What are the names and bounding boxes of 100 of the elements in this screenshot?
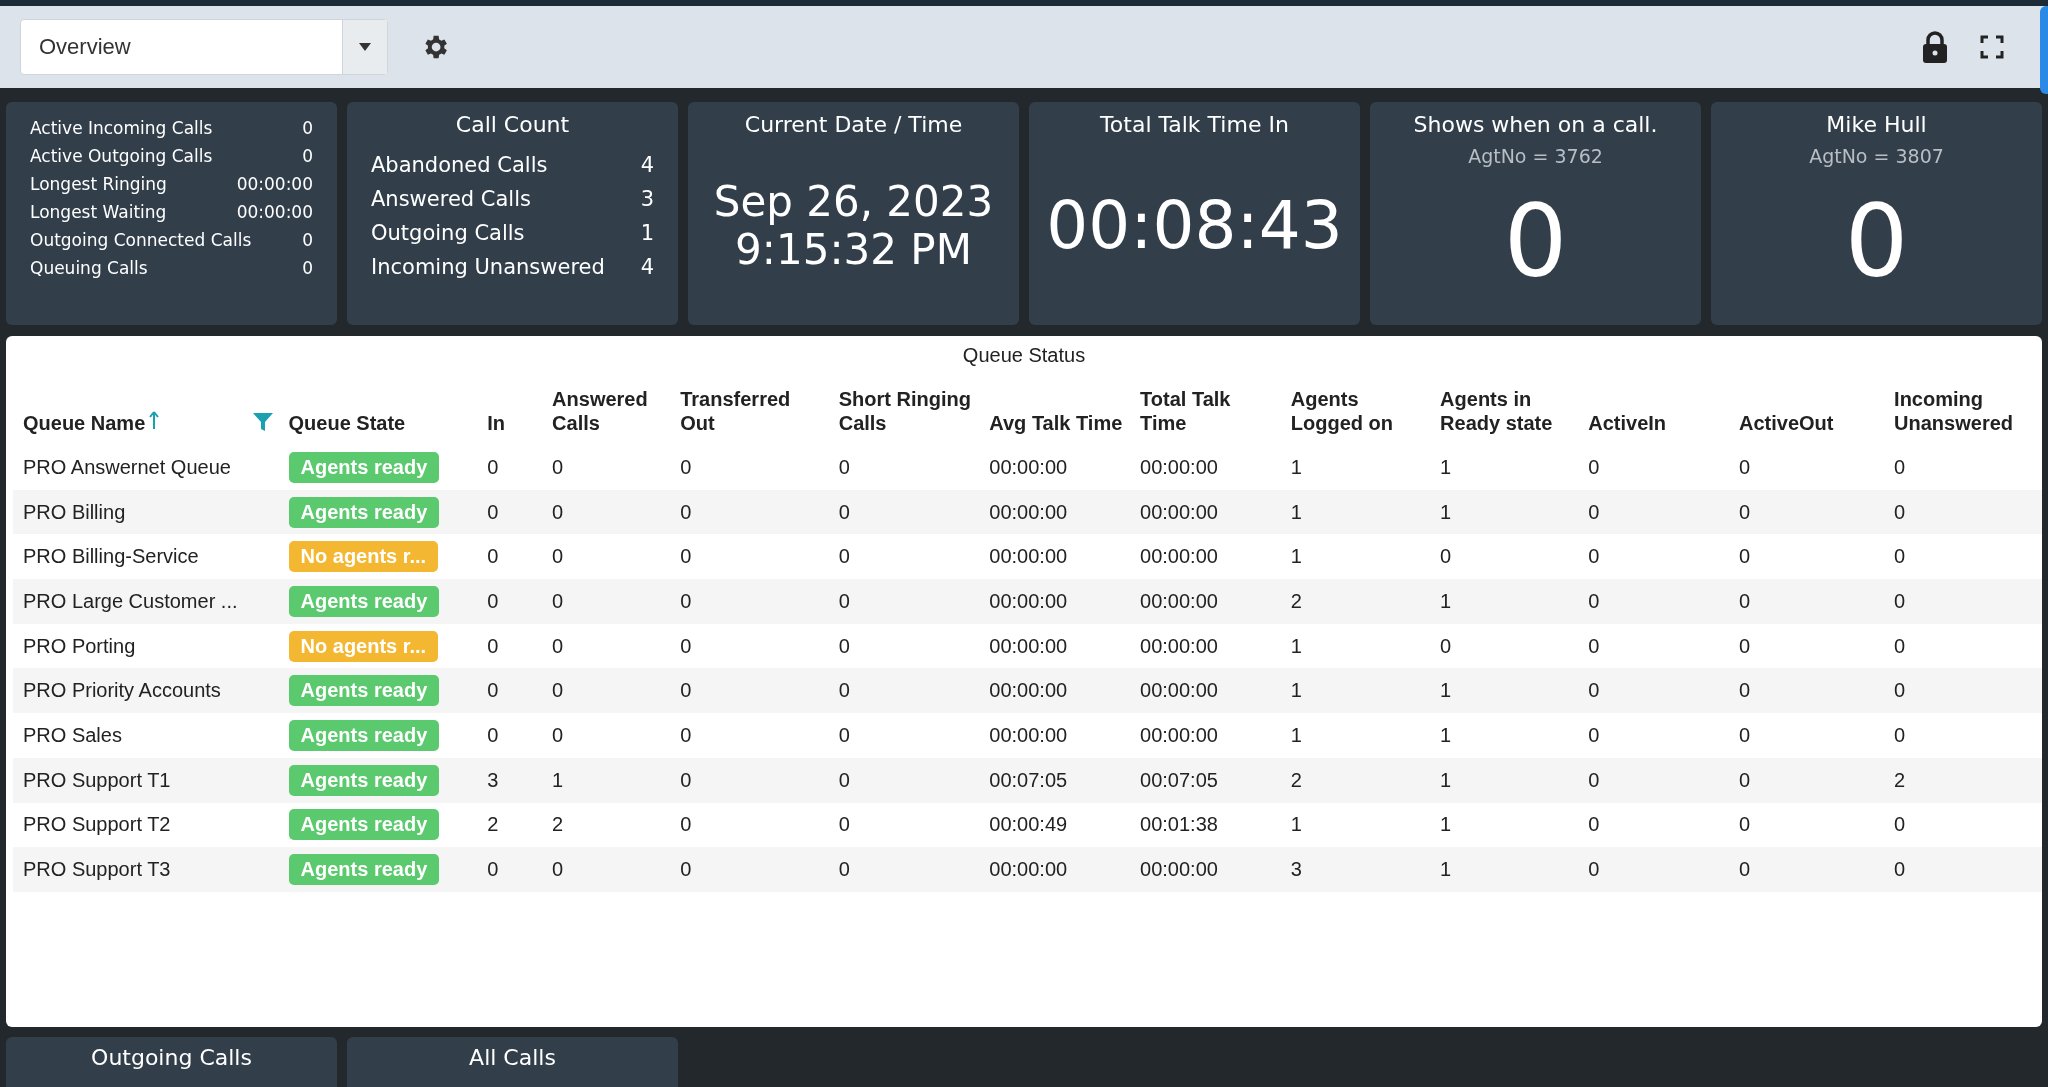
table-cell: 0 — [542, 623, 671, 669]
column-header[interactable]: In — [487, 411, 537, 435]
table-cell: 0 — [670, 445, 829, 490]
table-cell: 0 — [828, 623, 980, 669]
column-header[interactable]: Short Ringing Calls — [838, 387, 974, 435]
column-header[interactable]: Transferred Out — [680, 387, 823, 435]
table-cell: 0 — [1578, 757, 1729, 803]
column-header[interactable]: ActiveOut — [1738, 411, 1879, 435]
table-cell: 0 — [828, 668, 980, 714]
table-cell: 0 — [1578, 668, 1729, 714]
table-cell: 00:00:00 — [1130, 445, 1281, 490]
table-cell: 00:07:05 — [979, 757, 1131, 803]
table-cell: 0 — [1728, 445, 1885, 490]
table-cell: 3 — [477, 757, 543, 803]
count-value: 3 — [640, 187, 654, 211]
table-cell: 1 — [1430, 802, 1579, 848]
view-select[interactable]: Overview — [20, 19, 388, 75]
table-cell: 1 — [1430, 668, 1579, 714]
panel-title: Queue Status — [961, 344, 1087, 367]
table-cell: 0 — [670, 579, 829, 624]
table-cell: 0 — [828, 579, 980, 624]
table-cell: 0 — [477, 847, 543, 892]
column-header[interactable]: Answered Calls — [552, 387, 665, 435]
table-cell: 0 — [1884, 579, 2042, 624]
table-cell: 0 — [670, 757, 829, 803]
stat-value: 0 — [302, 230, 313, 250]
table-cell: 1 — [1280, 489, 1431, 535]
column-header[interactable]: ActiveIn — [1588, 411, 1723, 435]
stat-value: 00:00:00 — [236, 174, 313, 194]
table-cell: 1 — [1430, 847, 1579, 892]
column-header[interactable]: Incoming Unanswered — [1894, 387, 2036, 435]
table-cell: 0 — [1728, 802, 1885, 848]
column-header[interactable]: Queue State — [288, 411, 472, 435]
agent-number: AgtNo = 3807 — [1809, 145, 1944, 167]
count-value: 4 — [640, 153, 654, 177]
table-cell: 2 — [1280, 579, 1431, 624]
count-label: Abandoned Calls — [371, 153, 548, 177]
column-header[interactable]: Agents in Ready state — [1440, 387, 1573, 435]
table-cell: 0 — [1578, 847, 1729, 892]
table-cell: 1 — [1280, 445, 1431, 490]
card-title: Current Date / Time — [744, 112, 963, 137]
table-cell: 0 — [542, 713, 671, 758]
stat-value: 0 — [302, 118, 313, 138]
table-cell: 0 — [1430, 623, 1579, 669]
queue-state-badge: Agents ready — [288, 585, 440, 617]
table-cell: 0 — [1578, 713, 1729, 758]
queue-state-badge: Agents ready — [288, 675, 440, 707]
table-cell: 0 — [477, 445, 543, 490]
table-cell: 1 — [1430, 445, 1579, 490]
table-cell: 0 — [1884, 713, 2042, 758]
table-cell: 00:00:00 — [979, 713, 1131, 758]
fullscreen-icon[interactable] — [1980, 35, 2004, 59]
sort-up-icon[interactable] — [149, 411, 160, 429]
table-cell: 1 — [1280, 668, 1431, 714]
table-cell: 0 — [828, 445, 980, 490]
table-cell: 0 — [1728, 757, 1885, 803]
lock-icon[interactable] — [1922, 31, 1948, 63]
count-label: Outgoing Calls — [371, 221, 525, 245]
table-cell: 00:00:00 — [979, 579, 1131, 624]
count-label: Answered Calls — [371, 187, 531, 211]
column-header[interactable]: Queue Name — [23, 411, 146, 435]
count-value: 1 — [640, 221, 654, 245]
queue-state-badge: No agents r... — [288, 541, 439, 573]
table-cell: 0 — [1884, 847, 2042, 892]
table-cell: 1 — [1430, 713, 1579, 758]
filter-icon[interactable] — [252, 413, 273, 431]
table-cell: 0 — [1884, 445, 2042, 490]
table-cell: 00:00:00 — [979, 847, 1131, 892]
column-header[interactable]: Agents Logged on — [1290, 387, 1425, 435]
table-cell: 0 — [1728, 668, 1885, 714]
column-header[interactable]: Total Talk Time — [1140, 387, 1275, 435]
column-header[interactable]: Avg Talk Time — [989, 411, 1125, 435]
table-cell: 0 — [1430, 534, 1579, 580]
table-cell: 0 — [477, 579, 543, 624]
table-cell: 0 — [477, 668, 543, 714]
table-cell: 00:00:49 — [979, 802, 1131, 848]
stat-label: Outgoing Connected Calls — [30, 230, 252, 250]
stat-value: 00:00:00 — [236, 202, 313, 222]
table-cell: 1 — [1280, 534, 1431, 580]
bottom-tab[interactable]: Outgoing Calls — [6, 1037, 337, 1087]
table-cell: 0 — [542, 847, 671, 892]
queue-state-badge: Agents ready — [288, 451, 440, 483]
count-label: Incoming Unanswered — [371, 255, 605, 279]
table-cell: 0 — [542, 668, 671, 714]
queue-name-cell: PRO Support T3 — [13, 847, 279, 892]
table-cell: 0 — [828, 802, 980, 848]
card-title: Call Count — [455, 112, 570, 137]
table-cell: 0 — [1884, 489, 2042, 535]
table-cell: 0 — [670, 534, 829, 580]
bottom-tab[interactable]: All Calls — [347, 1037, 678, 1087]
queue-state-badge: Agents ready — [288, 719, 440, 751]
queue-name-cell: PRO Answernet Queue — [13, 445, 279, 490]
table-cell: 00:00:00 — [1130, 713, 1281, 758]
queue-name-cell: PRO Large Customer ... — [13, 579, 279, 624]
table-cell: 1 — [542, 757, 671, 803]
queue-state-badge: No agents r... — [288, 630, 439, 662]
table-cell: 00:00:00 — [979, 534, 1131, 580]
agent-value: 0 — [1844, 183, 1909, 299]
queue-name-cell: PRO Support T1 — [13, 757, 279, 803]
table-cell: 00:00:00 — [1130, 623, 1281, 669]
